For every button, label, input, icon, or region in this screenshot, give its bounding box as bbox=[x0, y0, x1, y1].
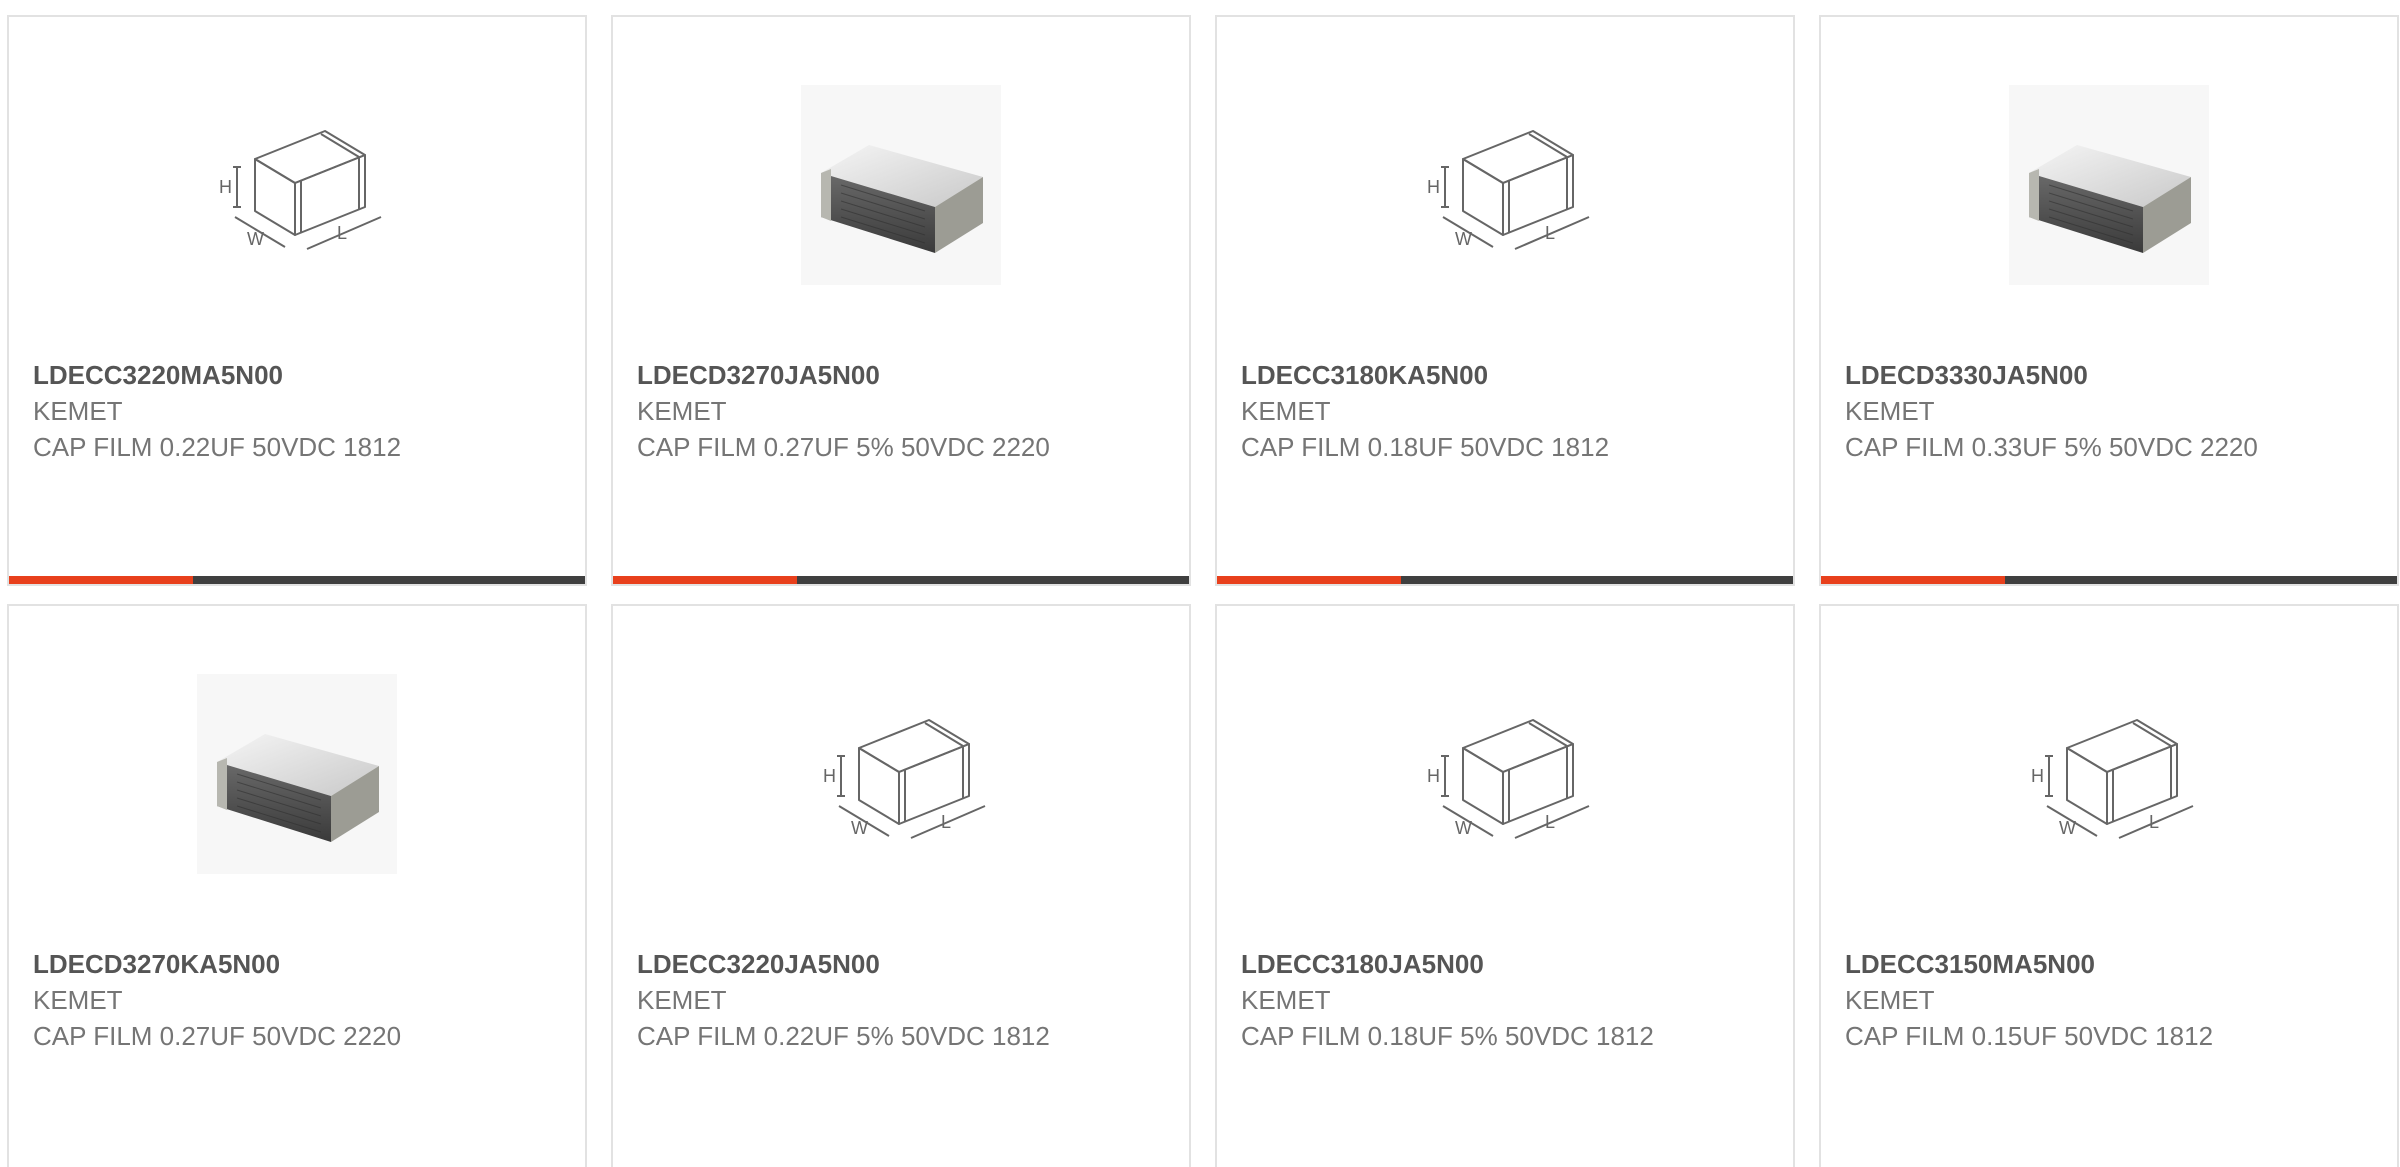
product-card[interactable]: LDECC3180KA5N00 KEMET CAP FILM 0.18UF 50… bbox=[1215, 15, 1795, 586]
manufacturer: KEMET bbox=[637, 396, 727, 426]
product-info: LDECD3330JA5N00 KEMET CAP FILM 0.33UF 5%… bbox=[1845, 357, 2265, 465]
progress-fill bbox=[9, 576, 194, 584]
description: CAP FILM 0.18UF 5% 50VDC 1812 bbox=[1241, 1021, 1654, 1051]
manufacturer: KEMET bbox=[33, 985, 123, 1015]
dimension-diagram-icon bbox=[1405, 85, 1605, 285]
dimension-diagram-icon bbox=[801, 674, 1001, 874]
part-number[interactable]: LDECC3180JA5N00 bbox=[1241, 946, 1661, 982]
product-info: LDECD3270JA5N00 KEMET CAP FILM 0.27UF 5%… bbox=[637, 357, 1057, 465]
product-info: LDECC3220JA5N00 KEMET CAP FILM 0.22UF 5%… bbox=[637, 946, 1057, 1054]
part-number[interactable]: LDECC3220JA5N00 bbox=[637, 946, 1057, 982]
progress-fill bbox=[1217, 576, 1402, 584]
product-card[interactable]: LDECC3220MA5N00 KEMET CAP FILM 0.22UF 50… bbox=[7, 15, 587, 586]
progress-bar bbox=[1821, 576, 2397, 584]
description: CAP FILM 0.18UF 50VDC 1812 bbox=[1241, 432, 1610, 462]
part-number[interactable]: LDECD3270KA5N00 bbox=[33, 946, 453, 982]
product-grid: LDECC3220MA5N00 KEMET CAP FILM 0.22UF 50… bbox=[0, 0, 2400, 1167]
product-info: LDECC3220MA5N00 KEMET CAP FILM 0.22UF 50… bbox=[33, 357, 453, 465]
part-number[interactable]: LDECD3330JA5N00 bbox=[1845, 357, 2265, 393]
manufacturer: KEMET bbox=[1241, 985, 1331, 1015]
manufacturer: KEMET bbox=[33, 396, 123, 426]
product-card[interactable]: LDECC3150MA5N00 KEMET CAP FILM 0.15UF 50… bbox=[1819, 604, 2399, 1167]
description: CAP FILM 0.33UF 5% 50VDC 2220 bbox=[1845, 432, 2258, 462]
capacitor-photo-icon bbox=[2009, 85, 2209, 285]
progress-fill bbox=[613, 576, 798, 584]
product-card[interactable]: LDECD3270JA5N00 KEMET CAP FILM 0.27UF 5%… bbox=[611, 15, 1191, 586]
product-card[interactable]: LDECD3330JA5N00 KEMET CAP FILM 0.33UF 5%… bbox=[1819, 15, 2399, 586]
product-info: LDECD3270KA5N00 KEMET CAP FILM 0.27UF 50… bbox=[33, 946, 453, 1054]
product-card[interactable]: LDECC3220JA5N00 KEMET CAP FILM 0.22UF 5%… bbox=[611, 604, 1191, 1167]
description: CAP FILM 0.27UF 50VDC 2220 bbox=[33, 1021, 402, 1051]
part-number[interactable]: LDECC3180KA5N00 bbox=[1241, 357, 1661, 393]
product-card[interactable]: LDECD3270KA5N00 KEMET CAP FILM 0.27UF 50… bbox=[7, 604, 587, 1167]
manufacturer: KEMET bbox=[637, 985, 727, 1015]
progress-bar bbox=[1217, 576, 1793, 584]
progress-fill bbox=[1821, 576, 2006, 584]
manufacturer: KEMET bbox=[1845, 396, 1935, 426]
part-number[interactable]: LDECC3150MA5N00 bbox=[1845, 946, 2265, 982]
capacitor-photo-icon bbox=[801, 85, 1001, 285]
description: CAP FILM 0.22UF 50VDC 1812 bbox=[33, 432, 402, 462]
description: CAP FILM 0.15UF 50VDC 1812 bbox=[1845, 1021, 2214, 1051]
progress-bar bbox=[9, 576, 585, 584]
product-info: LDECC3150MA5N00 KEMET CAP FILM 0.15UF 50… bbox=[1845, 946, 2265, 1054]
progress-bar bbox=[613, 576, 1189, 584]
part-number[interactable]: LDECD3270JA5N00 bbox=[637, 357, 1057, 393]
product-card[interactable]: LDECC3180JA5N00 KEMET CAP FILM 0.18UF 5%… bbox=[1215, 604, 1795, 1167]
capacitor-photo-icon bbox=[197, 674, 397, 874]
dimension-diagram-icon bbox=[197, 85, 397, 285]
part-number[interactable]: LDECC3220MA5N00 bbox=[33, 357, 453, 393]
dimension-diagram-icon bbox=[1405, 674, 1605, 874]
description: CAP FILM 0.27UF 5% 50VDC 2220 bbox=[637, 432, 1050, 462]
product-info: LDECC3180KA5N00 KEMET CAP FILM 0.18UF 50… bbox=[1241, 357, 1661, 465]
dimension-diagram-icon bbox=[2009, 674, 2209, 874]
manufacturer: KEMET bbox=[1241, 396, 1331, 426]
description: CAP FILM 0.22UF 5% 50VDC 1812 bbox=[637, 1021, 1050, 1051]
manufacturer: KEMET bbox=[1845, 985, 1935, 1015]
product-info: LDECC3180JA5N00 KEMET CAP FILM 0.18UF 5%… bbox=[1241, 946, 1661, 1054]
